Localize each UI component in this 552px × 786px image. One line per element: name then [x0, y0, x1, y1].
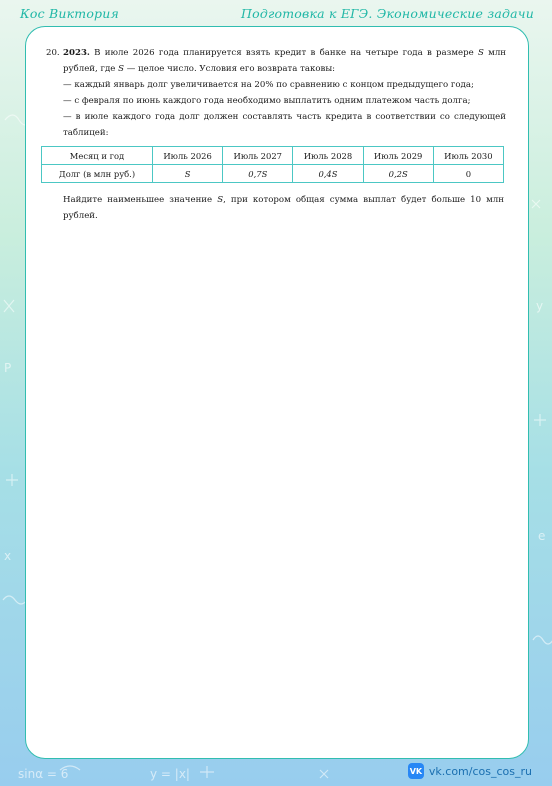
problem-statement: 20. 2023. В июле 2026 года планируется в… — [46, 45, 506, 141]
condition-3: — в июле каждого года долг должен состав… — [63, 112, 506, 138]
footer-link[interactable]: VK vk.com/cos_cos_ru — [407, 763, 532, 779]
problem-number: 20. — [46, 48, 60, 58]
table-row: Месяц и год Июль 2026 Июль 2027 Июль 202… — [41, 146, 505, 165]
condition-1: — каждый январь долг увеличивается на 20… — [63, 80, 474, 90]
content-card: 20. 2023. В июле 2026 года планируется в… — [25, 26, 529, 759]
svg-text:y = |x|: y = |x| — [150, 767, 190, 781]
table-cell: 0,2S — [362, 164, 434, 183]
table-cell: 0,7S — [222, 164, 294, 183]
intro-text-3: — целое число. Условия его возврата тако… — [123, 64, 336, 74]
table-cell: S — [151, 164, 224, 183]
condition-2: — с февраля по июнь каждого года необход… — [63, 96, 471, 106]
vk-link-text[interactable]: vk.com/cos_cos_ru — [429, 765, 532, 778]
table-cell: Июль 2029 — [362, 146, 434, 165]
document-subject: Подготовка к ЕГЭ. Экономические задачи — [241, 6, 534, 21]
author-name: Кос Виктория — [20, 6, 119, 21]
vk-logo-icon: VK — [407, 763, 424, 779]
table-cell: Месяц и год — [41, 146, 153, 165]
debt-schedule-table: Месяц и год Июль 2026 Июль 2027 Июль 202… — [41, 146, 505, 183]
table-cell: 0 — [432, 164, 505, 183]
table-cell: Июль 2026 — [151, 146, 224, 165]
table-cell: Июль 2030 — [432, 146, 505, 165]
task-text-1: Найдите наименьшее значение — [63, 195, 218, 205]
svg-text:y: y — [536, 299, 543, 313]
svg-text:P: P — [4, 361, 11, 375]
task-question: Найдите наименьшее значение S, при котор… — [63, 192, 504, 224]
problem-year: 2023. — [63, 48, 90, 58]
problem-body: 2023. В июле 2026 года планируется взять… — [63, 45, 506, 141]
table-row: Долг (в млн руб.) S 0,7S 0,4S 0,2S 0 — [41, 164, 505, 183]
table-cell: Июль 2027 — [222, 146, 294, 165]
svg-text:e: e — [538, 529, 545, 543]
intro-text-1: В июле 2026 года планируется взять креди… — [89, 48, 478, 58]
svg-text:x: x — [4, 549, 11, 563]
table-cell: Долг (в млн руб.) — [41, 164, 153, 183]
svg-text:sinα = 6: sinα = 6 — [18, 767, 68, 781]
table-cell: Июль 2028 — [292, 146, 364, 165]
table-cell: 0,4S — [292, 164, 364, 183]
